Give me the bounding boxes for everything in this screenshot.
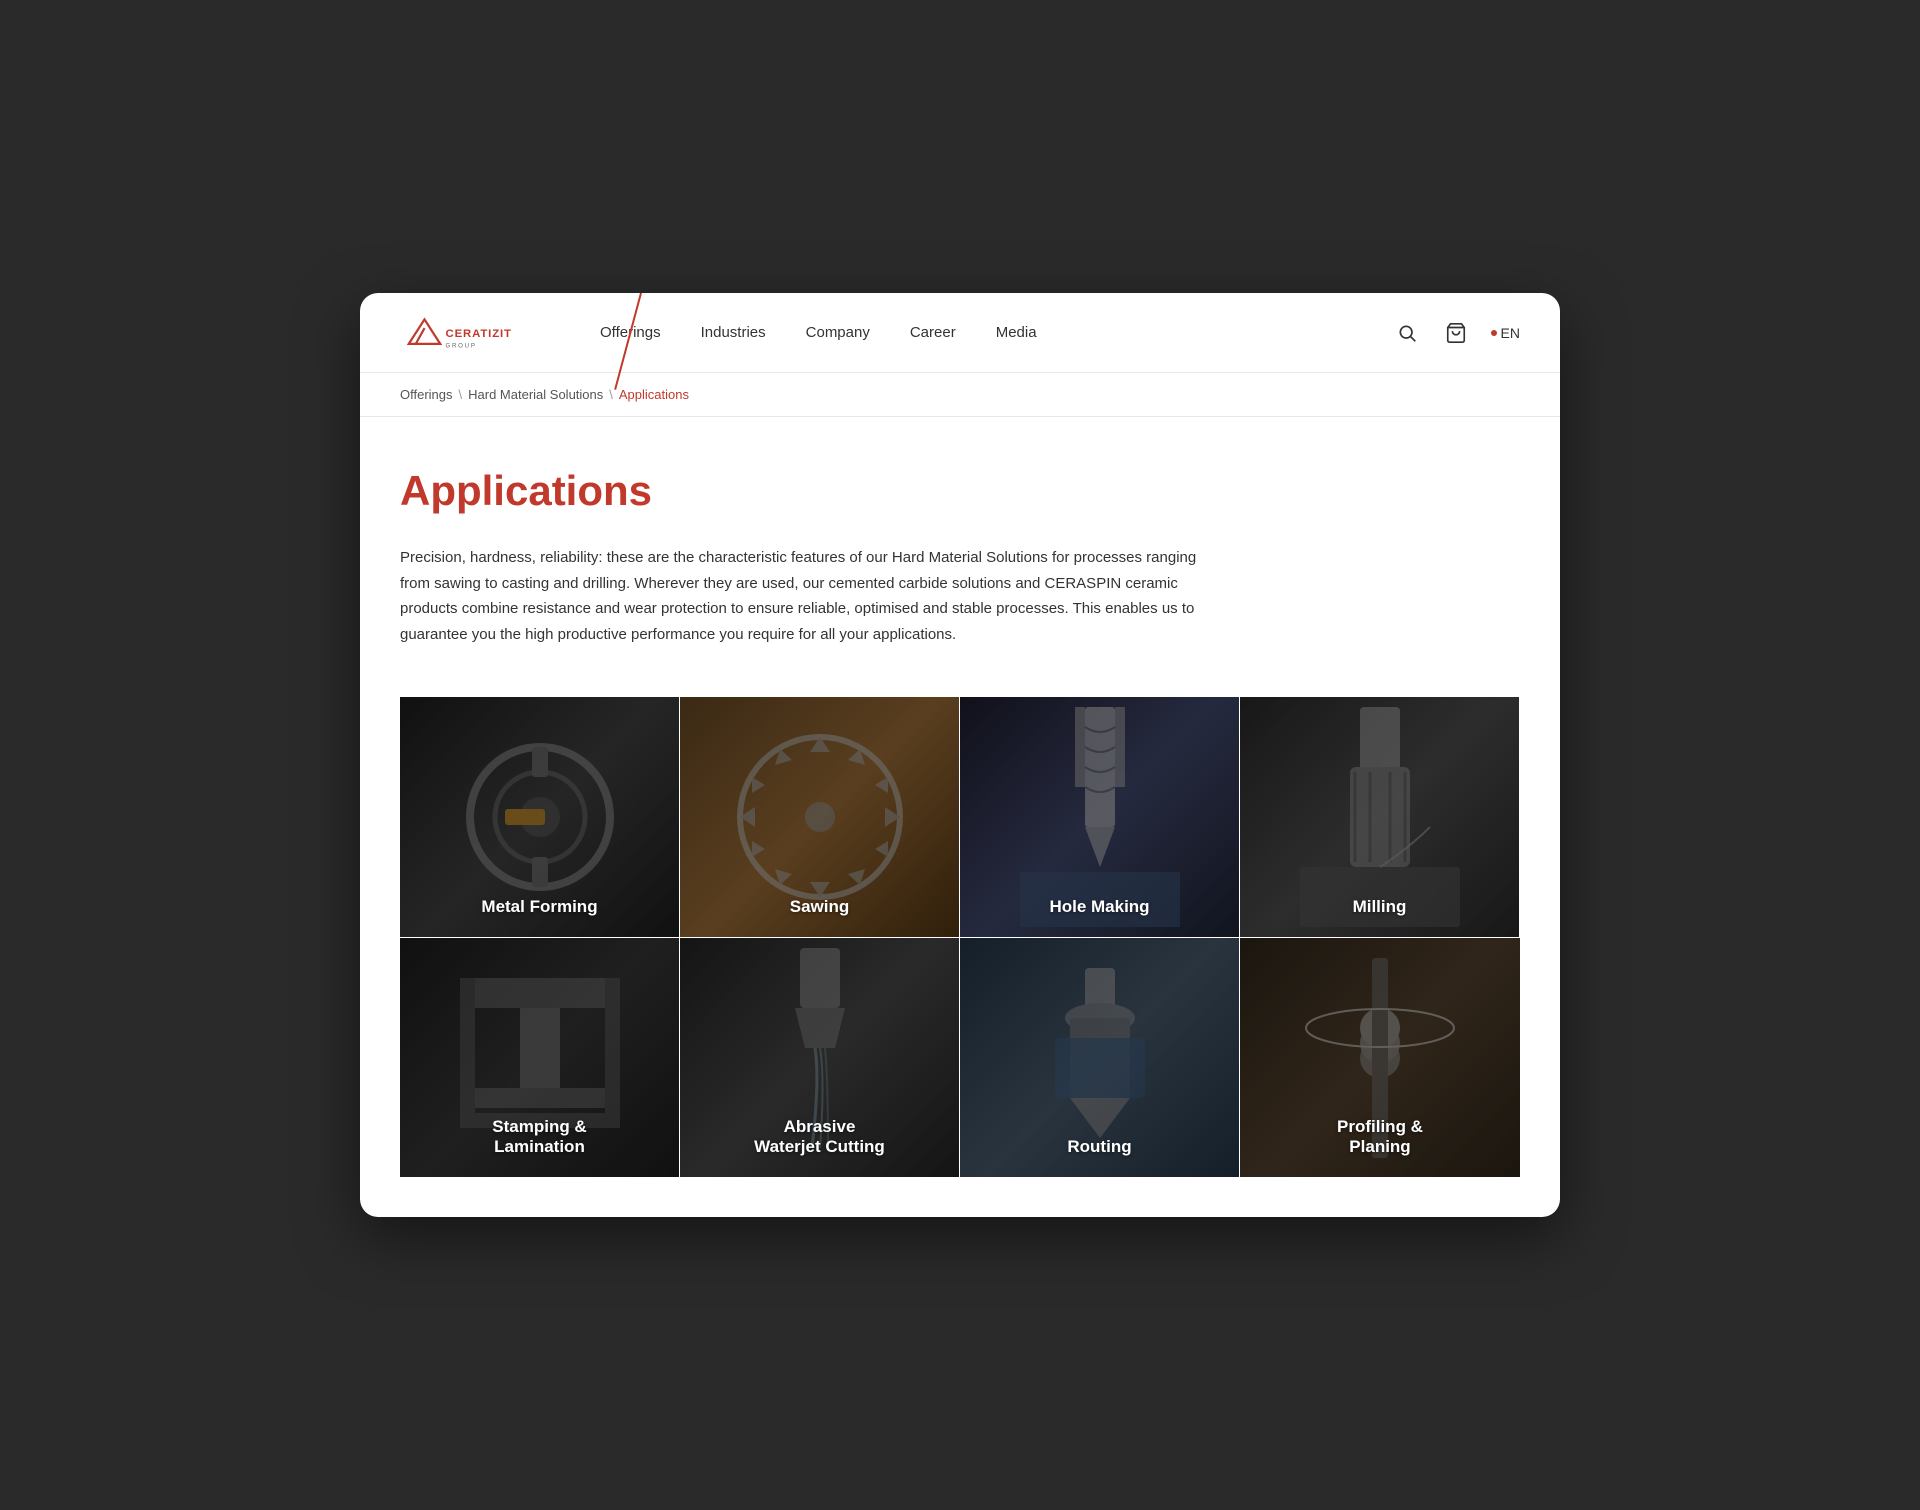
breadcrumb-applications: Applications: [619, 387, 689, 402]
applications-grid: Metal Forming: [400, 697, 1520, 1177]
card-label-metal-forming: Metal Forming: [400, 877, 679, 937]
nav-industries[interactable]: Industries: [701, 324, 766, 341]
breadcrumb-hard-material[interactable]: Hard Material Solutions: [468, 387, 603, 402]
svg-text:GROUP: GROUP: [446, 342, 477, 349]
nav-media[interactable]: Media: [996, 324, 1037, 341]
breadcrumb-sep-2: \: [609, 387, 613, 402]
search-icon: [1397, 323, 1417, 343]
app-card-metal-forming[interactable]: Metal Forming: [400, 697, 680, 937]
card-label-abrasive: Abrasive Waterjet Cutting: [680, 1097, 959, 1177]
app-card-sawing[interactable]: Sawing: [680, 697, 960, 937]
main-content: Applications Precision, hardness, reliab…: [360, 417, 1560, 1217]
card-label-stamping: Stamping & Lamination: [400, 1097, 679, 1177]
cart-icon: [1445, 322, 1467, 344]
app-card-milling[interactable]: Milling: [1240, 697, 1520, 937]
search-button[interactable]: [1393, 319, 1421, 347]
breadcrumb-offerings[interactable]: Offerings: [400, 387, 453, 402]
cart-button[interactable]: [1441, 318, 1471, 348]
lang-dot: [1491, 330, 1497, 336]
app-card-profiling[interactable]: Profiling & Planing: [1240, 937, 1520, 1177]
lang-label: EN: [1501, 325, 1520, 341]
app-card-stamping[interactable]: Stamping & Lamination: [400, 937, 680, 1177]
page-title: Applications: [400, 467, 1520, 515]
nav-actions: EN: [1393, 318, 1520, 348]
breadcrumb: Offerings \ Hard Material Solutions \ Ap…: [360, 373, 1560, 417]
nav-links: Offerings Industries Company Career Medi…: [600, 324, 1393, 341]
browser-window: CERATIZIT GROUP Offerings Industries Com…: [360, 293, 1560, 1217]
card-label-routing: Routing: [960, 1117, 1239, 1177]
language-button[interactable]: EN: [1491, 325, 1520, 341]
app-card-hole-making[interactable]: Hole Making: [960, 697, 1240, 937]
breadcrumb-sep-1: \: [459, 387, 463, 402]
page-description: Precision, hardness, reliability: these …: [400, 545, 1220, 647]
card-label-milling: Milling: [1240, 877, 1519, 937]
app-card-abrasive[interactable]: Abrasive Waterjet Cutting: [680, 937, 960, 1177]
card-label-hole-making: Hole Making: [960, 877, 1239, 937]
card-label-profiling: Profiling & Planing: [1240, 1097, 1520, 1177]
card-label-sawing: Sawing: [680, 877, 959, 937]
nav-career[interactable]: Career: [910, 324, 956, 341]
logo[interactable]: CERATIZIT GROUP: [400, 310, 540, 355]
svg-text:CERATIZIT: CERATIZIT: [446, 328, 512, 340]
nav-company[interactable]: Company: [806, 324, 870, 341]
app-card-routing[interactable]: Routing: [960, 937, 1240, 1177]
navbar: CERATIZIT GROUP Offerings Industries Com…: [360, 293, 1560, 373]
